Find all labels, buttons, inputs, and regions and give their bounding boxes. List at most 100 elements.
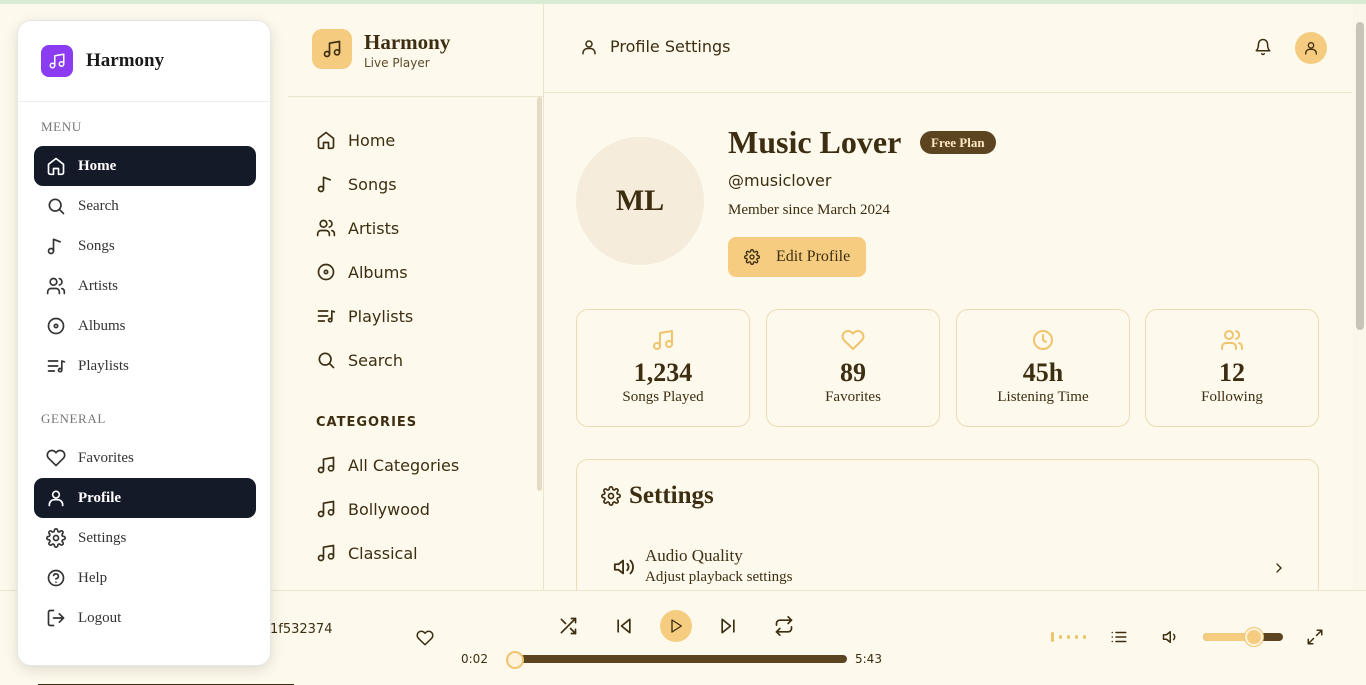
gear-icon: [744, 249, 760, 265]
progress-bar[interactable]: [507, 655, 847, 663]
page-title-text: Profile Settings: [610, 37, 731, 56]
volume-slider[interactable]: [1203, 633, 1283, 641]
music-icon: [317, 544, 335, 562]
category-item-classical[interactable]: Classical: [316, 539, 418, 567]
nav-brand-title: Harmony: [364, 30, 451, 54]
music-note-icon: [47, 238, 62, 255]
sidebar-item-help[interactable]: Help: [34, 558, 256, 598]
nav-item-artists[interactable]: Artists: [316, 214, 399, 242]
sidebar-item-songs[interactable]: Songs: [34, 226, 256, 266]
nav-item-label: Albums: [348, 262, 408, 282]
bell-icon[interactable]: [1254, 38, 1272, 56]
categories-heading: CATEGORIES: [316, 415, 418, 430]
music-logo-icon: [41, 45, 73, 77]
disc-icon: [317, 263, 335, 281]
nav-item-label: Search: [348, 350, 403, 370]
stat-label: Following: [1201, 389, 1263, 405]
sidebar-item-label: Artists: [78, 277, 119, 294]
plan-badge: Free Plan: [920, 131, 996, 154]
nav-scrollbar[interactable]: [537, 97, 542, 491]
nav-item-playlists[interactable]: Playlists: [316, 302, 413, 330]
volume-icon[interactable]: [1162, 628, 1180, 646]
users-icon: [46, 277, 66, 295]
search-icon: [318, 352, 335, 369]
stat-label: Songs Played: [622, 389, 704, 405]
playlist-icon: [317, 310, 336, 323]
sidebar-item-label: Albums: [78, 317, 126, 334]
floating-sidebar: Harmony MENU Home Search Songs Artists A…: [17, 20, 271, 666]
edit-profile-label: Edit Profile: [776, 248, 851, 265]
skip-forward-icon[interactable]: [718, 616, 738, 636]
stat-label: Favorites: [825, 389, 881, 405]
sidebar-item-profile[interactable]: Profile: [34, 478, 256, 518]
play-button[interactable]: [660, 610, 692, 642]
sidebar-item-home[interactable]: Home: [34, 146, 256, 186]
nav-panel: Harmony Live Player Home Songs Artists A…: [288, 4, 544, 590]
member-since: Member since March 2024: [728, 202, 891, 218]
queue-list-icon[interactable]: [1110, 628, 1128, 646]
nav-item-search[interactable]: Search: [316, 346, 403, 374]
music-icon: [317, 500, 335, 518]
nav-item-home[interactable]: Home: [316, 126, 395, 154]
sidebar-item-label: Songs: [78, 237, 115, 254]
user-avatar-button[interactable]: [1295, 32, 1327, 64]
sidebar-item-label: Logout: [78, 609, 122, 626]
chevron-right-icon: [1276, 563, 1282, 573]
nav-divider: [543, 97, 544, 590]
progress-knob[interactable]: [506, 651, 524, 669]
sidebar-item-settings[interactable]: Settings: [34, 518, 256, 558]
sidebar-item-playlists[interactable]: Playlists: [34, 346, 256, 386]
nav-brand-subtitle: Live Player: [364, 56, 430, 70]
sidebar-item-label: Playlists: [78, 357, 129, 374]
category-item-bollywood[interactable]: Bollywood: [316, 495, 430, 523]
heart-icon: [46, 449, 66, 467]
sidebar-item-albums[interactable]: Albums: [34, 306, 256, 346]
skip-back-icon[interactable]: [614, 616, 634, 636]
stat-value: 1,234: [633, 358, 693, 387]
user-icon: [582, 39, 596, 54]
nav-brand[interactable]: Harmony Live Player: [288, 4, 544, 97]
main-scrollbar[interactable]: [1353, 4, 1366, 590]
repeat-icon[interactable]: [774, 616, 794, 636]
category-item-label: Bollywood: [348, 499, 430, 519]
sidebar-brand-title: Harmony: [86, 50, 165, 71]
user-icon: [1305, 42, 1317, 55]
nav-item-songs[interactable]: Songs: [316, 170, 397, 198]
sidebar-item-artists[interactable]: Artists: [34, 266, 256, 306]
category-item-all[interactable]: All Categories: [316, 451, 459, 479]
music-logo-icon: [312, 29, 352, 69]
search-icon: [48, 198, 65, 215]
nav-item-albums[interactable]: Albums: [316, 258, 408, 286]
sidebar-item-label: Home: [78, 157, 117, 174]
logout-icon: [47, 609, 65, 627]
fullscreen-icon[interactable]: [1306, 628, 1324, 646]
settings-row-title: Audio Quality: [645, 546, 743, 565]
main-header: Profile Settings: [544, 4, 1352, 93]
help-icon: [47, 569, 65, 587]
profile-name: Music Lover: [728, 124, 902, 160]
heart-icon[interactable]: [416, 629, 434, 647]
profile-handle: @musiclover: [728, 171, 832, 190]
stat-value: 89: [840, 358, 866, 387]
main-scrollbar-thumb[interactable]: [1356, 22, 1364, 330]
sidebar-item-favorites[interactable]: Favorites: [34, 438, 256, 478]
sidebar-item-label: Profile: [78, 489, 122, 506]
nav-item-label: Playlists: [348, 306, 414, 326]
edit-profile-button[interactable]: Edit Profile: [728, 237, 866, 277]
sidebar-item-logout[interactable]: Logout: [34, 598, 256, 638]
nav-item-label: Home: [348, 130, 396, 150]
nav-item-label: Artists: [348, 218, 400, 238]
speaker-icon: [613, 559, 634, 575]
sidebar-item-label: Settings: [78, 529, 127, 546]
settings-row-subtitle: Adjust playback settings: [645, 569, 793, 585]
shuffle-icon[interactable]: [558, 616, 578, 636]
stat-card-listening-time: 45h Listening Time: [956, 309, 1130, 427]
home-icon: [317, 131, 335, 150]
sidebar-item-search[interactable]: Search: [34, 186, 256, 226]
category-item-label: All Categories: [348, 455, 460, 475]
volume-knob[interactable]: [1245, 628, 1263, 646]
stat-card-favorites: 89 Favorites: [766, 309, 940, 427]
elapsed-time: 0:02: [461, 652, 488, 666]
sidebar-brand[interactable]: Harmony: [18, 21, 270, 102]
settings-heading: Settings: [601, 482, 714, 510]
